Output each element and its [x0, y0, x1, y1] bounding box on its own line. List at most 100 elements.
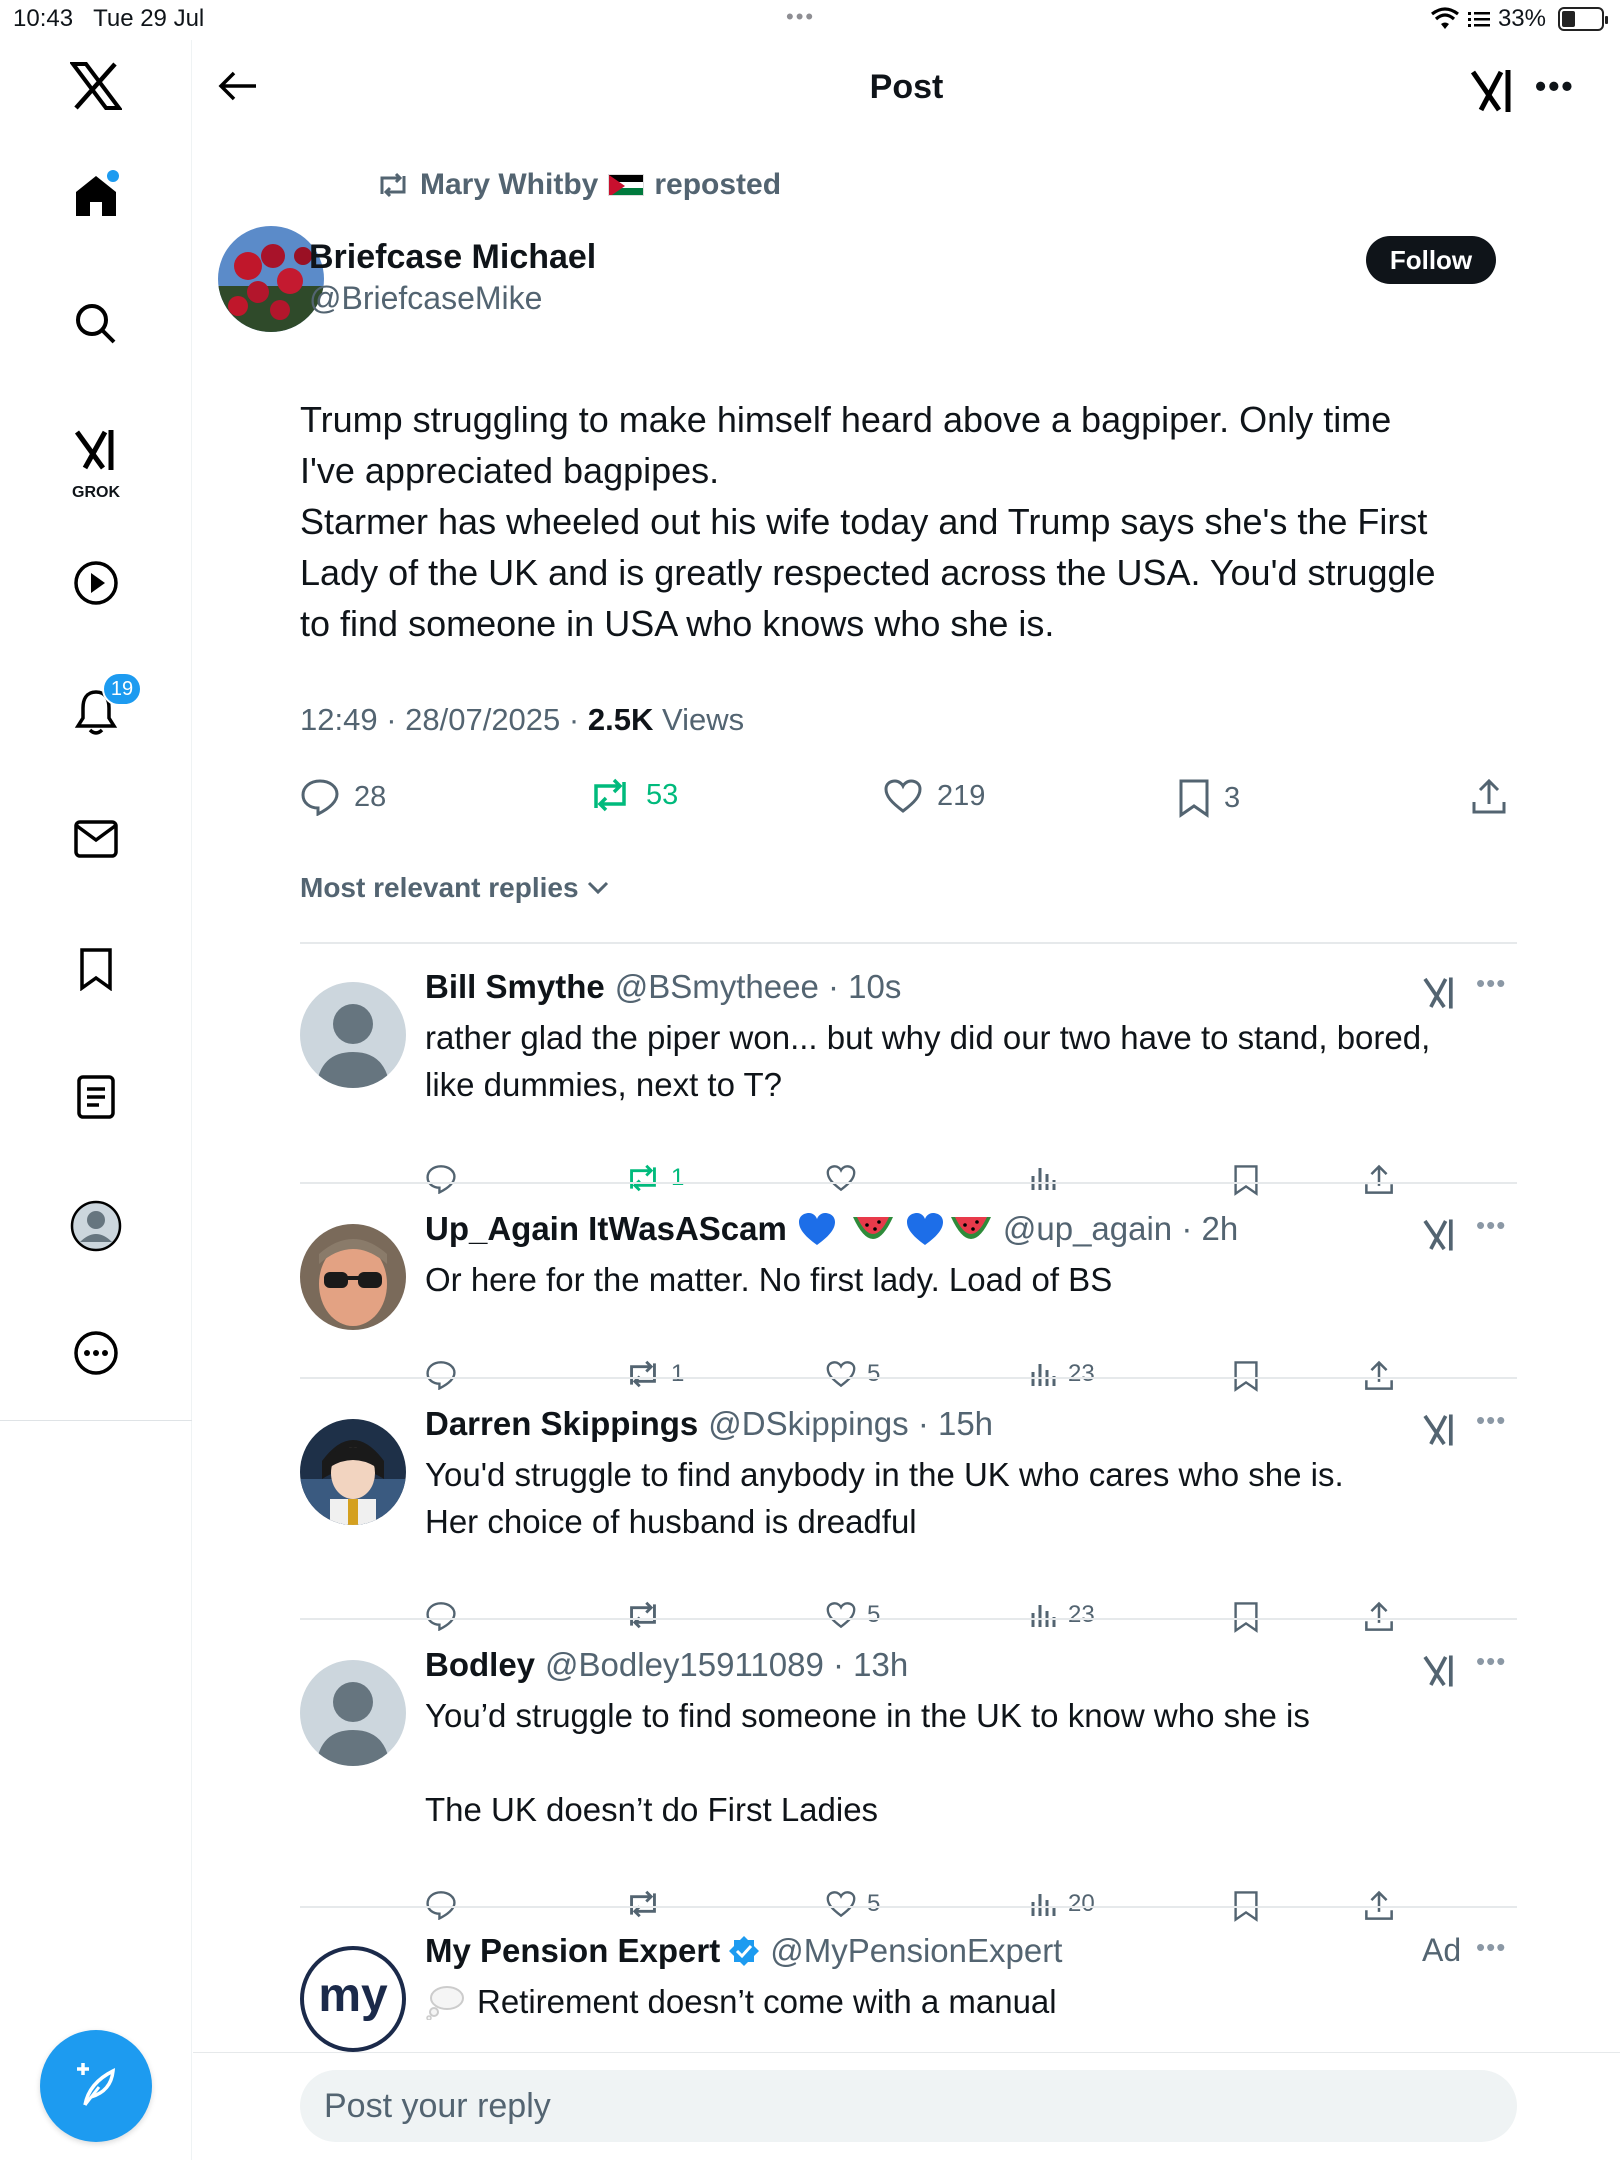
reply-author-handle[interactable]: @Bodley15911089 · 13h [545, 1646, 908, 1684]
repost-indicator: Mary Whitby reposted [376, 168, 781, 202]
sidebar-item-search[interactable] [0, 302, 192, 346]
reply-button[interactable] [425, 1601, 457, 1631]
sidebar-item-grok[interactable]: GROK [0, 428, 192, 508]
sidebar-item-video[interactable] [0, 560, 192, 606]
sidebar-item-profile[interactable] [0, 1200, 192, 1252]
views-button[interactable] [1030, 1164, 1058, 1192]
like-button[interactable]: 5 [825, 1601, 880, 1629]
multitask-dots[interactable]: ••• [786, 4, 815, 30]
list-document-icon [77, 1075, 115, 1119]
like-button[interactable]: 5 [825, 1360, 880, 1388]
sidebar-item-bookmarks[interactable] [0, 947, 192, 991]
ad-more-button[interactable]: ••• [1476, 1932, 1506, 1963]
follow-button[interactable]: Follow [1366, 236, 1496, 284]
repost-suffix: reposted [654, 168, 782, 201]
reply-avatar[interactable] [300, 982, 406, 1088]
reply-item[interactable]: Up_Again ItWasAScam @up_again · 2h ••• O… [300, 1210, 1517, 1410]
repost-button[interactable] [625, 1890, 661, 1918]
repost-button[interactable]: 1 [625, 1164, 684, 1192]
reply-author-handle[interactable]: @BSmytheee · 10s [615, 968, 902, 1006]
notifications-badge: 19 [102, 672, 142, 706]
palestine-flag-icon [608, 174, 645, 196]
sidebar-item-messages[interactable] [0, 820, 192, 858]
reply-header: Bill Smythe @BSmytheee · 10s [425, 968, 901, 1006]
bookmark-button[interactable] [1233, 1164, 1259, 1196]
repost-icon [630, 1360, 656, 1388]
status-bar: 10:43 Tue 29 Jul ••• 33% [0, 0, 1620, 40]
share-button[interactable] [1363, 1601, 1395, 1633]
share-action[interactable] [1470, 778, 1508, 816]
reply-more-button[interactable]: ••• [1476, 1405, 1506, 1436]
share-button[interactable] [1363, 1164, 1395, 1196]
bookmark-button[interactable] [1233, 1360, 1259, 1392]
grok-icon [1423, 977, 1453, 1009]
repost-user[interactable]: Mary Whitby [420, 168, 598, 202]
grok-button[interactable] [1422, 1654, 1456, 1693]
reply-avatar[interactable] [300, 1224, 406, 1330]
post-timestamp[interactable]: 12:49 · 28/07/2025 · [300, 702, 579, 737]
ad-avatar[interactable]: my [300, 1946, 406, 2052]
reply-item[interactable]: Bill Smythe @BSmytheee · 10s ••• rather g… [300, 968, 1517, 1208]
grok-button[interactable] [1469, 68, 1515, 119]
share-button[interactable] [1363, 1360, 1395, 1392]
sidebar-item-more[interactable] [0, 1330, 192, 1376]
reply-item[interactable]: Bodley @Bodley15911089 · 13h ••• You’d st… [300, 1646, 1517, 1926]
ad-author-name[interactable]: My Pension Expert [425, 1932, 720, 1970]
like-button[interactable] [825, 1164, 857, 1192]
repost-action[interactable]: 53 [588, 778, 678, 812]
reply-action-bar: 5 20 [425, 1890, 1425, 1930]
reply-more-button[interactable]: ••• [1476, 968, 1506, 999]
repost-button[interactable] [625, 1601, 661, 1629]
grok-button[interactable] [1422, 1413, 1456, 1452]
repost-button[interactable]: 1 [625, 1360, 684, 1388]
post-meta: 12:49 · 28/07/2025 · 2.5K Views [300, 702, 744, 738]
reply-author-name[interactable]: Darren Skippings [425, 1405, 698, 1443]
repost-icon [630, 1890, 656, 1918]
like-action[interactable]: 219 [883, 778, 985, 814]
reply-text: rather glad the piper won... but why did… [425, 1019, 1431, 1103]
views-chart-icon [1031, 1364, 1056, 1386]
reply-author-name[interactable]: Up_Again ItWasAScam [425, 1210, 787, 1248]
grok-button[interactable] [1422, 1218, 1456, 1257]
sidebar-item-lists[interactable] [0, 1075, 192, 1119]
reply-author-name[interactable]: Bodley [425, 1646, 535, 1684]
reply-button[interactable] [425, 1164, 457, 1194]
reply-item[interactable]: Darren Skippings @DSkippings · 15h ••• Yo… [300, 1405, 1517, 1645]
ad-header: My Pension Expert @MyPensionExpert [425, 1932, 1062, 1970]
views-button[interactable]: 20 [1030, 1890, 1095, 1918]
reply-avatar[interactable] [300, 1419, 406, 1525]
sort-replies-dropdown[interactable]: Most relevant replies [300, 872, 609, 904]
blue-heart-icon [906, 1213, 943, 1245]
reply-action-bar: 5 23 [425, 1601, 1425, 1641]
grok-button[interactable] [1422, 976, 1456, 1015]
more-options-button[interactable]: ••• [1535, 68, 1575, 105]
x-logo[interactable] [0, 62, 192, 110]
reply-author-handle[interactable]: @DSkippings · 15h [708, 1405, 993, 1443]
reply-button[interactable] [425, 1360, 457, 1390]
bookmark-action[interactable]: 3 [1178, 778, 1240, 818]
reply-action[interactable]: 28 [300, 778, 386, 816]
like-count: 5 [867, 1360, 881, 1387]
reply-avatar[interactable] [300, 1660, 406, 1766]
ad-author-handle[interactable]: @MyPensionExpert [770, 1932, 1062, 1970]
reply-more-button[interactable]: ••• [1476, 1646, 1506, 1677]
reply-icon [301, 779, 339, 816]
reply-header: Up_Again ItWasAScam @up_again · 2h [425, 1210, 1238, 1248]
views-button[interactable]: 23 [1030, 1360, 1095, 1388]
bookmark-button[interactable] [1233, 1601, 1259, 1633]
views-count: 2.5K [587, 702, 654, 737]
author-name[interactable]: Briefcase Michael [309, 238, 596, 277]
reply-author-name[interactable]: Bill Smythe [425, 968, 605, 1006]
reply-input[interactable]: Post your reply [300, 2070, 1517, 2142]
sidebar-item-notifications[interactable]: 19 [0, 672, 192, 736]
reply-more-button[interactable]: ••• [1476, 1210, 1506, 1241]
author-handle[interactable]: @BriefcaseMike [309, 280, 542, 317]
compose-post-button[interactable] [40, 2030, 152, 2142]
like-button[interactable]: 5 [825, 1890, 880, 1918]
ad-item[interactable]: my My Pension Expert @MyPensionExpert Ad… [300, 1932, 1517, 2062]
sidebar-item-home[interactable] [0, 170, 192, 220]
reply-icon [426, 1891, 456, 1920]
reply-author-handle[interactable]: @up_again · 2h [1003, 1210, 1238, 1248]
reply-button[interactable] [425, 1890, 457, 1920]
views-button[interactable]: 23 [1030, 1601, 1095, 1629]
